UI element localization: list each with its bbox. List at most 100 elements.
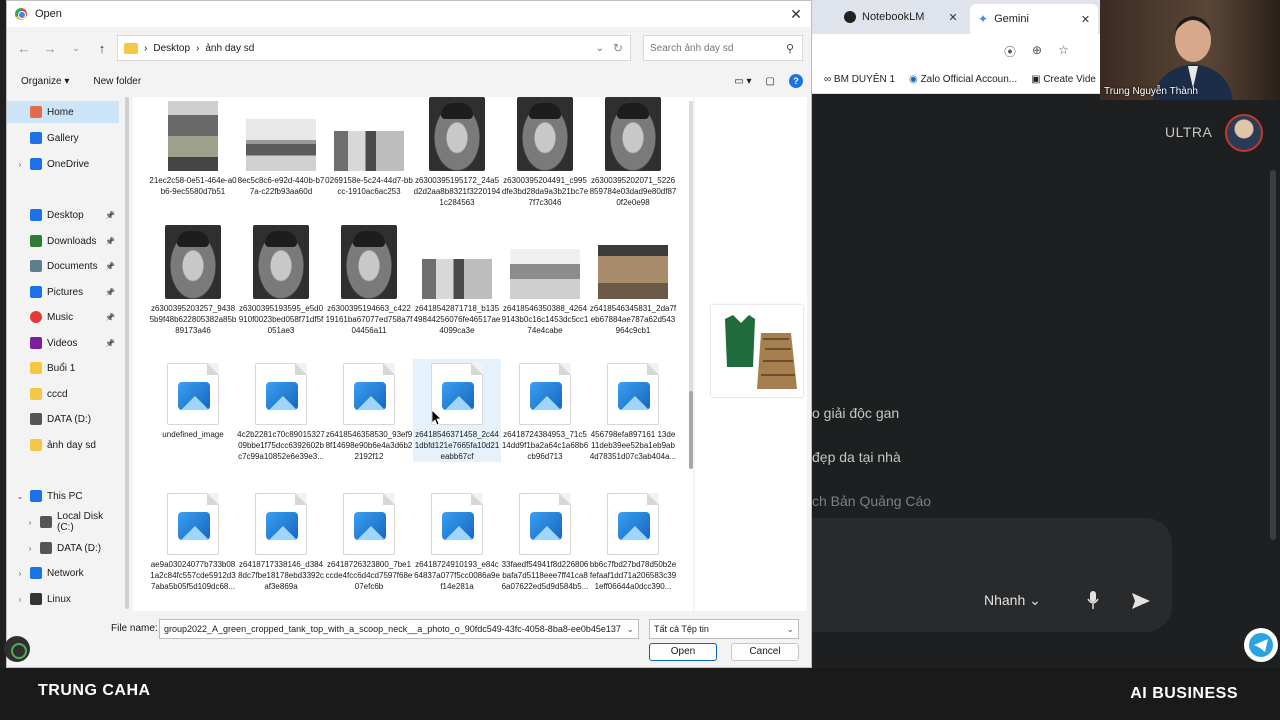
file-item[interactable]: 8ec5c8c6-e92d-440b-b77a-c22fb93aa60d	[237, 97, 325, 197]
view-options-icon[interactable]: ▭ ▾	[734, 76, 751, 87]
sidebar-item[interactable]: Pictures 📌	[7, 281, 119, 303]
file-item[interactable]: z6418726323800_7be1ccde4fcc6d4cd7597f68e…	[325, 489, 413, 592]
refresh-icon[interactable]: ↻	[606, 41, 630, 55]
sidebar-item[interactable]: Buổi 1	[7, 357, 119, 379]
bookmark-star-icon[interactable]: ☆	[1058, 43, 1069, 60]
file-name-label: z6418717338146_d3848dc7fbe18178ebd3392ca…	[238, 560, 324, 591]
back-arrow-icon[interactable]: ←	[11, 41, 37, 56]
sidebar-item-label: DATA (D:)	[47, 413, 92, 425]
preview-pane-icon[interactable]: ▢	[766, 76, 775, 87]
file-item[interactable]: z6418542871718_b13549844256076fe46517ae4…	[413, 225, 501, 336]
file-item[interactable]: 456798efa897161 13de11deb39ee52ba1eb9ab4…	[589, 359, 677, 462]
dialog-title: Open	[35, 8, 62, 20]
bookmark-item[interactable]: ◉ Zalo Official Accoun...	[909, 74, 1017, 85]
file-name-label: undefined_image	[162, 430, 224, 439]
suggestion-item[interactable]: đẹp da tại nhà	[812, 449, 901, 465]
file-item[interactable]: ae9a03024077b733b081a2c84fc557cde5912d37…	[149, 489, 237, 592]
file-item[interactable]: 21ec2c58-0e51-464e-a0b6-9ec5580d7b51	[149, 97, 237, 197]
suggestion-item[interactable]: ch Bản Quảng Cáo	[812, 493, 931, 509]
open-button[interactable]: Open	[649, 643, 717, 661]
expand-chevron-icon[interactable]: ⌄	[15, 492, 25, 501]
file-item[interactable]: z6418724384953_71c514dd9f1ba2a64c1a68b6c…	[501, 359, 589, 462]
breadcrumb-item[interactable]: ảnh day sd	[205, 43, 254, 54]
expand-chevron-icon[interactable]: ›	[15, 569, 25, 578]
sidebar-item[interactable]: › DATA (D:)	[7, 537, 119, 559]
sidebar-item[interactable]: ⌄ This PC	[7, 485, 119, 507]
tab-notebooklm[interactable]: NotebookLM ✕	[836, 5, 966, 29]
zoom-icon[interactable]: ⊕	[1032, 43, 1042, 60]
file-type-select[interactable]: Tất cả Tệp tin ⌄	[649, 619, 799, 639]
sidebar-item[interactable]: Home	[7, 101, 119, 123]
scrollbar[interactable]	[1270, 170, 1276, 540]
sidebar-item[interactable]: ảnh day sd	[7, 434, 119, 456]
file-item[interactable]: z6300395204491_c995dfe3bd28da9a3b21bc7e7…	[501, 97, 589, 208]
send-icon[interactable]	[1130, 590, 1152, 612]
file-item[interactable]: z6418546345831_2da7feb67884ae787a62d5439…	[589, 225, 677, 336]
file-item[interactable]: z6300395194663_c42219161ba67077ed758a7f0…	[325, 225, 413, 336]
file-item[interactable]: z6418546350388_42649143b0c16c1453dc5cc17…	[501, 225, 589, 336]
sidebar-item[interactable]: › Network	[7, 562, 119, 584]
file-item[interactable]: undefined_image	[149, 359, 237, 440]
telegram-float-icon[interactable]	[1244, 628, 1278, 662]
image-file-icon	[519, 363, 571, 425]
file-item[interactable]: 33faedf54941f8d226806bafa7d5118eee7ff41c…	[501, 489, 589, 592]
file-item[interactable]: z6300395193595_e5d0910f0023bed058f71df5f…	[237, 225, 325, 336]
file-item[interactable]: z6418724910193_e84c64837a077f5cc0086a9ef…	[413, 489, 501, 592]
sidebar-item[interactable]: Desktop 📌	[7, 204, 119, 226]
file-item[interactable]: 0269158e-5c24-44d7-bbcc-1910ac6ac253	[325, 97, 413, 197]
model-selector[interactable]: Nhanh ⌄	[984, 592, 1041, 609]
sidebar-item[interactable]: Downloads 📌	[7, 230, 119, 252]
sidebar-scrollbar[interactable]	[125, 97, 129, 609]
sidebar-item[interactable]: Videos 📌	[7, 332, 119, 354]
file-item[interactable]: z6418546358530_93ef98f14698e90b6e4a3d6b2…	[325, 359, 413, 462]
suggestion-item[interactable]: o giải độc gan	[812, 405, 899, 421]
close-icon[interactable]: ✕	[781, 6, 811, 23]
file-item[interactable]: bb6c7fbd27bd78d50b2efefaaf1dd71a206583c3…	[589, 489, 677, 592]
expand-chevron-icon[interactable]: ›	[25, 544, 35, 553]
file-item[interactable]: z6300395202071_5226859784e03dad9e80df870…	[589, 97, 677, 208]
sidebar-item[interactable]: › OneDrive	[7, 153, 119, 175]
search-input[interactable]: Search ảnh day sd ⚲	[643, 35, 803, 61]
tab-gemini[interactable]: ✦ Gemini ✕	[970, 4, 1099, 34]
navigation-pane: Home Gallery › OneDrive Desktop 📌 Downloads 📌 Do…	[7, 97, 123, 613]
chevron-down-icon[interactable]: ⌄	[626, 624, 634, 635]
dropdown-history-icon[interactable]: ⌄	[63, 43, 89, 54]
microphone-icon[interactable]	[1086, 590, 1100, 610]
forward-arrow-icon[interactable]: →	[37, 41, 63, 56]
image-thumbnail	[598, 245, 668, 299]
file-item[interactable]: z6418717338146_d3848dc7fbe18178ebd3392ca…	[237, 489, 325, 592]
sidebar-item-label: Documents	[47, 260, 98, 272]
close-tab-icon[interactable]: ✕	[948, 11, 957, 24]
expand-chevron-icon[interactable]: ›	[25, 518, 35, 527]
sidebar-item[interactable]: DATA (D:)	[7, 408, 119, 430]
file-list-scrollbar[interactable]	[689, 101, 693, 469]
file-item[interactable]: z6418546371458_2c441dbfd121e7665fa10d21e…	[413, 359, 501, 462]
address-path[interactable]: › Desktop › ảnh day sd ⌄ ↻	[117, 35, 631, 61]
file-item[interactable]: z6300395203257_94385b9f48b622805382a85b8…	[149, 225, 237, 336]
help-icon[interactable]: ?	[789, 74, 803, 88]
bookmark-item[interactable]: ∞ BM DUYÊN 1	[824, 74, 895, 85]
organize-button[interactable]: Organize ▾	[21, 76, 69, 87]
prompt-input-box[interactable]	[812, 518, 1172, 632]
edit-fab-icon[interactable]	[4, 636, 30, 662]
close-tab-icon[interactable]: ✕	[1081, 13, 1090, 26]
up-arrow-icon[interactable]: ↑	[89, 41, 115, 56]
breadcrumb-item[interactable]: Desktop	[153, 43, 190, 54]
sidebar-item[interactable]: cccd	[7, 383, 119, 405]
expand-chevron-icon[interactable]: ›	[15, 595, 25, 604]
file-item[interactable]: 4c2b2281c70c8901532709bbe1f75dcc6392602b…	[237, 359, 325, 462]
file-item[interactable]: z6300395195172_24a5d2d2aa8b8321f32201941…	[413, 97, 501, 208]
sidebar-item[interactable]: › Linux	[7, 588, 119, 610]
expand-chevron-icon[interactable]: ›	[15, 160, 25, 169]
new-folder-button[interactable]: New folder	[93, 76, 141, 87]
file-name-input[interactable]: group2022_A_green_cropped_tank_top_with_…	[159, 619, 639, 639]
sidebar-item[interactable]: Music 📌	[7, 306, 119, 328]
tab-label: NotebookLM	[862, 11, 925, 23]
sidebar-item[interactable]: Gallery	[7, 127, 119, 149]
sidebar-item[interactable]: › Local Disk (C:)	[7, 511, 119, 533]
account-avatar[interactable]	[1225, 114, 1263, 152]
bookmark-item[interactable]: ▣ Create Vide	[1031, 74, 1096, 85]
sidebar-item[interactable]: Documents 📌	[7, 255, 119, 277]
cancel-button[interactable]: Cancel	[731, 643, 799, 661]
location-icon[interactable]: ⦿	[1004, 43, 1016, 60]
